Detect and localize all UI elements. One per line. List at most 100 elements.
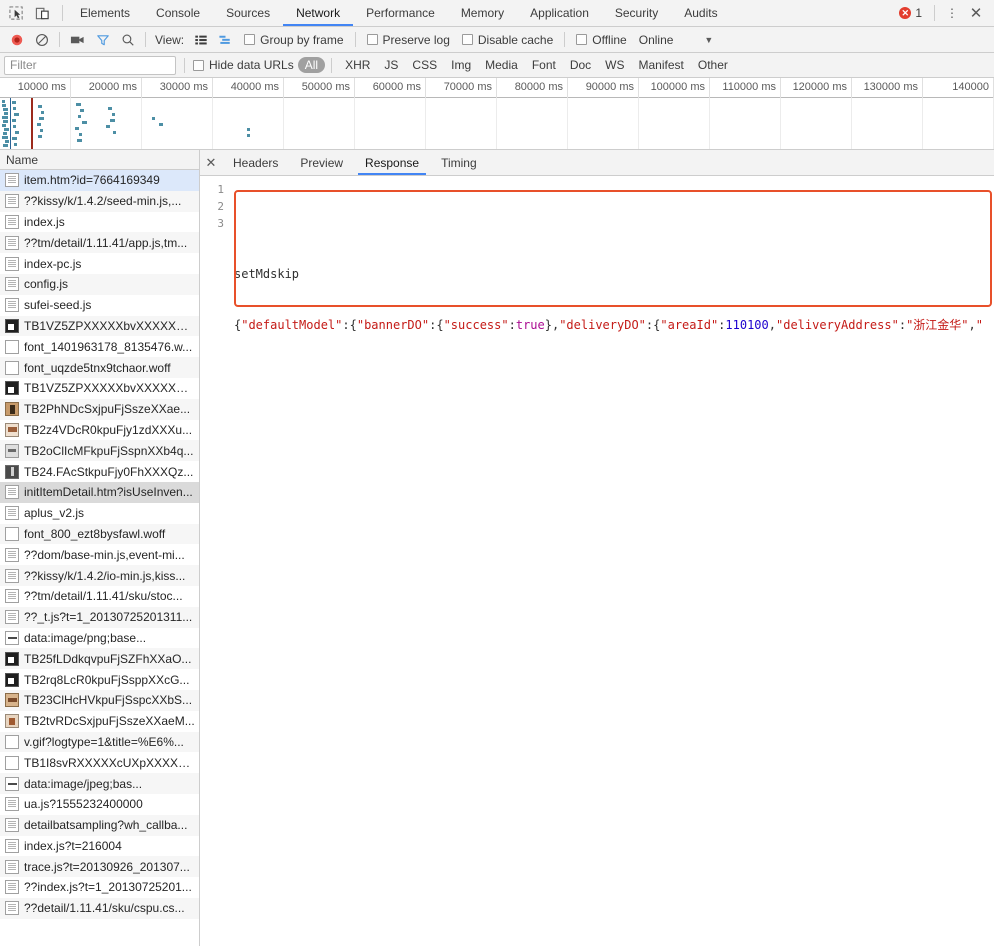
- tab-security[interactable]: Security: [602, 0, 671, 26]
- detail-tab-timing[interactable]: Timing: [430, 150, 488, 175]
- table-row[interactable]: ??dom/base-min.js,event-mi...: [0, 544, 199, 565]
- request-list-header[interactable]: Name: [0, 150, 199, 170]
- tab-network[interactable]: Network: [283, 0, 354, 26]
- tab-label: Audits: [684, 6, 718, 20]
- table-row[interactable]: index.js: [0, 212, 199, 233]
- table-row[interactable]: TB1I8svRXXXXXcUXpXXXXX...: [0, 752, 199, 773]
- table-row[interactable]: ??kissy/k/1.4.2/io-min.js,kiss...: [0, 565, 199, 586]
- type-filter-css[interactable]: CSS: [405, 57, 444, 73]
- document-icon: [5, 173, 19, 188]
- table-row[interactable]: initItemDetail.htm?isUseInven...: [0, 481, 199, 503]
- script-icon: [5, 797, 19, 812]
- tab-memory[interactable]: Memory: [448, 0, 517, 26]
- timeline-tick: 100000 ms: [639, 78, 710, 98]
- table-row[interactable]: index-pc.js: [0, 253, 199, 274]
- table-row[interactable]: ??index.js?t=1_20130725201...: [0, 877, 199, 898]
- table-row[interactable]: TB24.FAcStkpuFjy0FhXXXQz...: [0, 461, 199, 482]
- list-view-icon[interactable]: [188, 29, 213, 51]
- camera-icon[interactable]: [65, 29, 90, 51]
- network-overview[interactable]: 10000 ms 20000 ms 30000 ms 40000 ms 50000 ms…: [0, 78, 994, 150]
- table-row[interactable]: TB1VZ5ZPXXXXXbvXXXXXXX...: [0, 315, 199, 337]
- throttling-select[interactable]: Online ▼: [633, 33, 714, 47]
- table-row[interactable]: config.js: [0, 273, 199, 295]
- script-icon: [5, 901, 19, 916]
- type-filter-manifest[interactable]: Manifest: [632, 57, 691, 73]
- detail-tab-preview[interactable]: Preview: [289, 150, 354, 175]
- table-row[interactable]: TB2PhNDcSxjpuFjSszeXXae...: [0, 398, 199, 420]
- image-icon: [5, 318, 19, 333]
- tab-sources[interactable]: Sources: [213, 0, 283, 26]
- table-row[interactable]: TB2z4VDcR0kpuFjy1zdXXXu...: [0, 420, 199, 441]
- tab-application[interactable]: Application: [517, 0, 602, 26]
- table-row[interactable]: ??detail/1.11.41/sku/cspu.cs...: [0, 897, 199, 919]
- type-filter-other[interactable]: Other: [691, 57, 735, 73]
- waterfall-view-icon[interactable]: [213, 29, 238, 51]
- request-name: TB2z4VDcR0kpuFjy1zdXXXu...: [24, 422, 193, 437]
- response-body-viewer[interactable]: 123 setMdskip {"defaultModel":{"bannerDO…: [200, 176, 994, 946]
- type-filter-js[interactable]: JS: [377, 57, 405, 73]
- line-number: 3: [217, 217, 224, 230]
- table-row[interactable]: data:image/jpeg;bas...: [0, 773, 199, 794]
- inspect-element-icon[interactable]: [3, 1, 29, 25]
- checkbox-box: [576, 34, 588, 45]
- timeline-tick: 50000 ms: [284, 78, 355, 98]
- table-row[interactable]: TB2rq8LcR0kpuFjSsppXXcG...: [0, 669, 199, 690]
- table-row[interactable]: TB25fLDdkqvpuFjSZFhXXaO...: [0, 648, 199, 670]
- close-icon[interactable]: ✕: [965, 2, 987, 24]
- table-row[interactable]: item.htm?id=7664169349: [0, 170, 199, 191]
- table-row[interactable]: TB1VZ5ZPXXXXXbvXXXXXXX...: [0, 378, 199, 399]
- search-icon[interactable]: [115, 29, 140, 51]
- table-row[interactable]: v.gif?logtype=1&title=%E6%...: [0, 731, 199, 753]
- hide-data-urls-checkbox[interactable]: Hide data URLs: [193, 58, 298, 72]
- table-row[interactable]: TB2oClIcMFkpuFjSspnXXb4q...: [0, 440, 199, 462]
- disable-cache-checkbox[interactable]: Disable cache: [456, 33, 559, 47]
- json-token: {: [349, 318, 357, 332]
- type-filter-all[interactable]: All: [297, 57, 326, 73]
- tab-elements[interactable]: Elements: [67, 0, 143, 26]
- table-row[interactable]: index.js?t=216004: [0, 836, 199, 857]
- table-row[interactable]: ??_t.js?t=1_20130725201311...: [0, 606, 199, 628]
- table-row[interactable]: ua.js?1555232400000: [0, 794, 199, 815]
- table-row[interactable]: trace.js?t=20130926_201307...: [0, 856, 199, 878]
- table-row[interactable]: data:image/png;base...: [0, 628, 199, 649]
- group-by-frame-checkbox[interactable]: Group by frame: [238, 33, 349, 47]
- table-row[interactable]: font_1401963178_8135476.w...: [0, 336, 199, 357]
- table-row[interactable]: font_800_ezt8bysfawl.woff: [0, 523, 199, 545]
- funnel-icon[interactable]: [90, 29, 115, 51]
- tab-audits[interactable]: Audits: [671, 0, 730, 26]
- detail-tab-response[interactable]: Response: [354, 150, 430, 175]
- json-token: "deliveryDO": [559, 318, 646, 332]
- table-row[interactable]: sufei-seed.js: [0, 295, 199, 316]
- table-row[interactable]: aplus_v2.js: [0, 503, 199, 524]
- close-detail-icon[interactable]: ✕: [200, 150, 222, 175]
- detail-tab-headers[interactable]: Headers: [222, 150, 289, 175]
- tab-performance[interactable]: Performance: [353, 0, 448, 26]
- preserve-log-checkbox[interactable]: Preserve log: [361, 33, 456, 47]
- type-filter-img[interactable]: Img: [444, 57, 478, 73]
- type-filter-ws[interactable]: WS: [598, 57, 631, 73]
- table-row[interactable]: TB2tvRDcSxjpuFjSszeXXaeM...: [0, 711, 199, 732]
- clear-icon[interactable]: [29, 29, 54, 51]
- type-filter-doc[interactable]: Doc: [563, 57, 598, 73]
- table-row[interactable]: ??tm/detail/1.11.41/sku/stoc...: [0, 586, 199, 607]
- request-name: font_uqzde5tnx9tchaor.woff: [24, 360, 171, 375]
- tab-console[interactable]: Console: [143, 0, 213, 26]
- type-filter-media[interactable]: Media: [478, 57, 525, 73]
- response-code[interactable]: setMdskip {"defaultModel":{"bannerDO":{"…: [230, 176, 994, 946]
- line-number: 2: [217, 200, 224, 213]
- table-row[interactable]: TB23ClHcHVkpuFjSspcXXbS...: [0, 689, 199, 711]
- type-filter-xhr[interactable]: XHR: [338, 57, 377, 73]
- device-toolbar-icon[interactable]: [29, 1, 55, 25]
- error-count-badge[interactable]: ✕ 1: [893, 6, 928, 20]
- table-row[interactable]: font_uqzde5tnx9tchaor.woff: [0, 357, 199, 378]
- table-row[interactable]: ??tm/detail/1.11.41/app.js,tm...: [0, 232, 199, 254]
- table-row[interactable]: ??kissy/k/1.4.2/seed-min.js,...: [0, 190, 199, 212]
- filter-input[interactable]: Filter: [4, 55, 176, 75]
- table-row[interactable]: detailbatsampling?wh_callba...: [0, 814, 199, 836]
- record-button-icon[interactable]: [4, 29, 29, 51]
- type-filter-font[interactable]: Font: [525, 57, 563, 73]
- timeline-tick: 130000 ms: [852, 78, 923, 98]
- offline-checkbox[interactable]: Offline: [570, 33, 632, 47]
- more-options-icon[interactable]: ⋮: [941, 2, 963, 24]
